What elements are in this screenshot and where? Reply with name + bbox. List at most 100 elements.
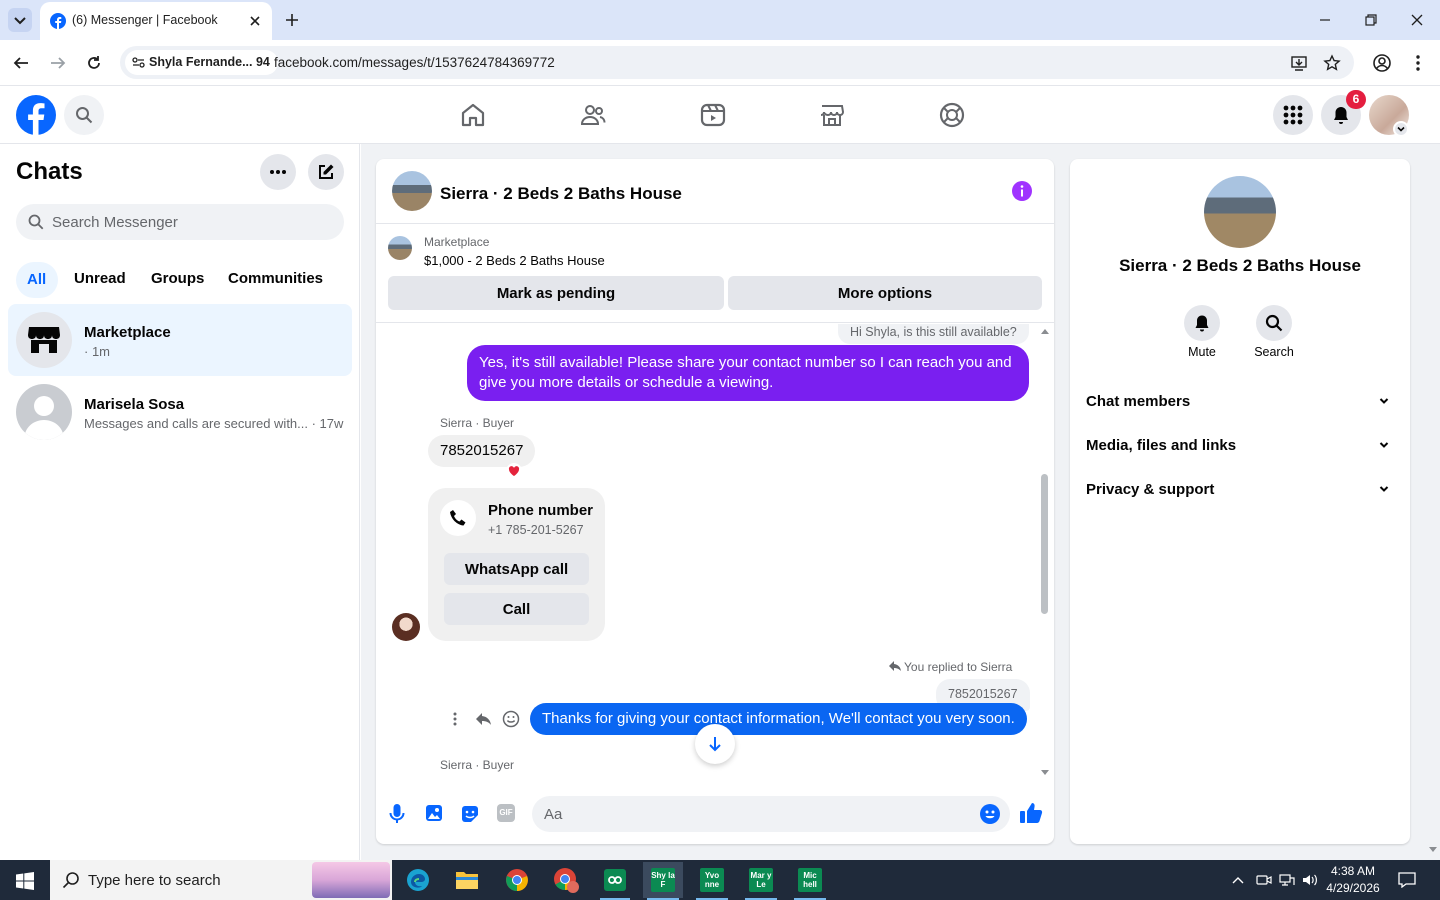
profile-app-shyla-button[interactable]: Shy la F [643, 862, 683, 898]
file-explorer-taskbar-button[interactable] [447, 864, 487, 896]
friends-icon[interactable] [580, 102, 606, 128]
edge-taskbar-button[interactable] [398, 864, 438, 896]
clock-date[interactable]: 4/29/2026 [1322, 881, 1384, 895]
meet-now-icon[interactable] [1256, 872, 1272, 888]
mute-button[interactable] [1184, 305, 1220, 341]
chrome-taskbar-button[interactable] [497, 864, 537, 896]
call-button[interactable]: Call [444, 593, 589, 625]
notification-center-icon[interactable] [1398, 872, 1416, 888]
section-chat-members[interactable]: Chat members [1086, 379, 1394, 423]
section-media-files-links[interactable]: Media, files and links [1086, 423, 1394, 467]
sticker-icon[interactable] [460, 804, 480, 824]
browser-profile-icon[interactable] [1372, 53, 1392, 73]
whatsapp-call-label: WhatsApp call [464, 560, 569, 578]
listing-avatar[interactable] [392, 171, 432, 211]
windows-start-icon[interactable] [16, 872, 34, 890]
windows-taskbar: Type here to search Shy la F Yvo nne Mar… [0, 860, 1440, 900]
account-avatar[interactable] [1369, 95, 1409, 137]
network-icon[interactable] [1278, 872, 1296, 888]
sender-avatar[interactable] [392, 613, 420, 641]
microphone-icon[interactable] [389, 804, 405, 824]
scroll-down-icon[interactable] [1040, 769, 1050, 777]
forward-icon[interactable] [49, 54, 67, 72]
volume-icon[interactable] [1301, 872, 1319, 888]
scroll-to-bottom-button[interactable] [695, 724, 735, 764]
mark-as-pending-button[interactable]: Mark as pending [388, 276, 724, 310]
video-icon[interactable] [700, 102, 726, 128]
url-text[interactable]: facebook.com/messages/t/1537624784369772 [274, 55, 555, 70]
profile-app-michell-button[interactable]: Mic hell [790, 864, 830, 896]
section-label: Media, files and links [1086, 437, 1237, 454]
facebook-logo-icon[interactable] [16, 95, 56, 135]
page-scroll-down-icon[interactable] [1428, 846, 1438, 854]
photo-icon[interactable] [425, 804, 443, 822]
search-in-conversation-button[interactable] [1256, 305, 1292, 341]
profile-app-yvonne-button[interactable]: Yvo nne [692, 864, 732, 896]
minimize-icon[interactable] [1318, 13, 1332, 27]
arrow-down-icon [709, 737, 721, 752]
chat-item-marisela-sosa[interactable]: Marisela Sosa Messages and calls are sec… [8, 376, 352, 448]
reload-icon[interactable] [85, 54, 103, 72]
filter-unread[interactable]: Unread [74, 270, 126, 287]
profile-chip[interactable]: Shyla Fernande... 94 [125, 50, 278, 75]
filter-groups[interactable]: Groups [151, 270, 204, 287]
gif-icon[interactable]: GIF [497, 804, 515, 822]
browser-menu-icon[interactable] [1409, 53, 1427, 73]
outgoing-message[interactable]: Thanks for giving your contact informati… [530, 703, 1027, 735]
listing-profile-photo[interactable] [1204, 176, 1276, 248]
close-tab-icon[interactable] [248, 14, 262, 28]
message-scrollbar[interactable] [1041, 474, 1048, 614]
chat-item-marketplace[interactable]: Marketplace · 1m [8, 304, 352, 376]
app-taskbar-button[interactable] [595, 864, 635, 896]
chrome-profile-taskbar-button[interactable] [546, 864, 586, 896]
marketplace-icon[interactable] [819, 102, 845, 128]
chrome-icon [554, 868, 579, 893]
messenger-search-input[interactable]: Search Messenger [16, 204, 344, 240]
install-app-icon[interactable] [1290, 54, 1308, 72]
thumbs-up-icon[interactable] [1019, 802, 1043, 824]
filter-communities[interactable]: Communities [228, 270, 323, 287]
listing-details[interactable]: $1,000 - 2 Beds 2 Baths House [424, 253, 605, 268]
message-input[interactable]: Aa [532, 796, 1010, 832]
outgoing-message[interactable]: Yes, it's still available! Please share … [467, 345, 1029, 401]
conversation-title[interactable]: Sierra · 2 Beds 2 Baths House [440, 184, 682, 204]
react-emoji-icon[interactable] [502, 710, 520, 728]
message-more-icon[interactable] [448, 711, 462, 727]
home-icon[interactable] [460, 102, 486, 128]
gaming-icon[interactable] [939, 102, 965, 128]
default-avatar [16, 384, 72, 440]
chats-options-button[interactable] [260, 154, 296, 190]
heart-reaction-icon[interactable] [506, 463, 522, 479]
whatsapp-call-button[interactable]: WhatsApp call [444, 553, 589, 585]
browser-tab[interactable]: (6) Messenger | Facebook [40, 2, 272, 40]
more-options-button[interactable]: More options [728, 276, 1042, 310]
scroll-up-icon[interactable] [1040, 327, 1050, 335]
address-bar[interactable]: Shyla Fernande... 94 facebook.com/messag… [120, 46, 1354, 79]
new-tab-icon[interactable] [284, 12, 300, 28]
message-list: Hi Shyla, is this still available? Yes, … [376, 324, 1054, 784]
reply-icon[interactable] [474, 711, 492, 727]
chevron-down-icon [1379, 398, 1389, 404]
restore-icon[interactable] [1364, 13, 1378, 27]
more-horizontal-icon [270, 170, 286, 174]
emoji-icon[interactable] [980, 804, 1000, 824]
conversation-header: Sierra · 2 Beds 2 Baths House [376, 159, 1054, 224]
section-privacy-support[interactable]: Privacy & support [1086, 467, 1394, 511]
tab-search-button[interactable] [8, 8, 32, 32]
chevron-up-icon[interactable] [1231, 874, 1245, 886]
info-icon[interactable] [1011, 180, 1033, 202]
back-icon[interactable] [12, 54, 30, 72]
edge-icon [407, 869, 429, 891]
filter-all[interactable]: All [16, 262, 58, 298]
facebook-search-button[interactable] [64, 95, 104, 135]
close-window-icon[interactable] [1410, 13, 1424, 27]
quoted-message[interactable]: Hi Shyla, is this still available? [838, 324, 1029, 344]
taskbar-search-box[interactable]: Type here to search [50, 860, 392, 900]
chat-name: Marisela Sosa [84, 396, 185, 413]
profile-app-mary-button[interactable]: Mar y Le [741, 864, 781, 896]
search-icon [62, 872, 79, 889]
bookmark-star-icon[interactable] [1323, 54, 1341, 72]
menu-grid-button[interactable] [1273, 95, 1313, 135]
clock-time[interactable]: 4:38 AM [1328, 864, 1378, 878]
new-message-button[interactable] [308, 154, 344, 190]
